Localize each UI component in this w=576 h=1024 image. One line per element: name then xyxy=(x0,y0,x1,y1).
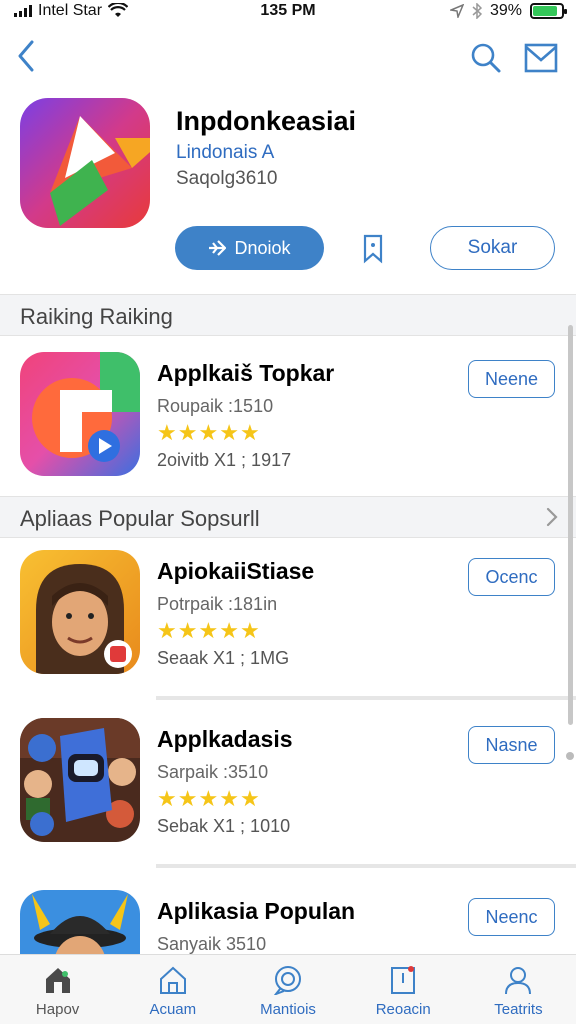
section-title: Apliaas Popular Sopsurll xyxy=(20,506,260,531)
app-name: Applkaiš Topkar xyxy=(157,360,335,386)
tab-teatrits[interactable]: Teatrits xyxy=(461,955,576,1024)
battery-percent: 39% xyxy=(489,2,522,19)
app-count: Seaak X1 ; 1MG xyxy=(157,648,290,668)
star-icon: ★ xyxy=(219,786,239,811)
navigation-bar xyxy=(0,30,576,82)
star-icon: ★ xyxy=(239,786,260,811)
location-icon xyxy=(449,4,464,18)
tab-label: Reoacin xyxy=(375,1001,431,1018)
list-item[interactable]: Applkaiš Topkar Roupaik :1510 ★ ★ ★ ★ ★ 2oiv… xyxy=(0,338,576,498)
star-icon: ★ xyxy=(198,618,219,643)
app-count: 2oivitb X1 ; 1917 xyxy=(157,450,292,470)
chevron-left-icon xyxy=(18,40,34,72)
star-icon: ★ xyxy=(177,618,198,643)
star-icon: ★ xyxy=(177,420,198,445)
star-rating: ★ ★ ★ ★ ★ xyxy=(157,420,260,446)
bookmark-icon xyxy=(363,234,383,264)
star-icon: ★ xyxy=(157,618,177,643)
list-item[interactable]: Applkadasis Sarpaik :3510 ★ ★ ★ ★ ★ Sebak X1… xyxy=(0,704,576,864)
status-right: 39% xyxy=(449,2,567,20)
app-subtitle: Sarpaik :3510 xyxy=(157,762,269,782)
developer-link[interactable]: Lindonais A xyxy=(176,142,274,164)
app-icon xyxy=(20,98,150,228)
star-icon: ★ xyxy=(157,786,177,811)
tab-label: Mantiois xyxy=(260,1001,316,1018)
app-count: Sebak X1 ; 1010 xyxy=(157,816,291,836)
document-icon xyxy=(386,963,420,997)
list-item[interactable]: Aplikasia Populan Sanyaik 3510 Neenc xyxy=(0,876,576,954)
app-icon xyxy=(20,550,140,674)
star-icon: ★ xyxy=(239,420,260,445)
section-title: Raiking Raiking xyxy=(20,304,173,329)
get-button[interactable]: Nasne xyxy=(468,726,555,764)
get-button[interactable]: Neenc xyxy=(468,898,555,936)
star-icon: ★ xyxy=(239,618,260,643)
app-header: Inpdonkeasiai Lindonais A Saqolg3610 Dno… xyxy=(0,96,576,286)
row-divider xyxy=(156,864,576,868)
app-name: Applkadasis xyxy=(157,726,293,752)
app-subtitle: Potrpaik :181in xyxy=(157,594,278,614)
chevron-right-icon xyxy=(546,507,558,527)
star-rating: ★ ★ ★ ★ ★ xyxy=(157,786,260,812)
star-icon: ★ xyxy=(177,786,198,811)
bookmark-button[interactable] xyxy=(356,230,390,266)
app-title: Inpdonkeasiai xyxy=(176,106,357,136)
get-button[interactable]: Ocenc xyxy=(468,558,555,596)
get-button[interactable]: Neene xyxy=(468,360,555,398)
home-outline-icon xyxy=(156,963,190,997)
person-icon xyxy=(501,963,535,997)
mail-button[interactable] xyxy=(520,38,562,78)
app-icon xyxy=(20,718,140,842)
star-rating: ★ ★ ★ ★ ★ xyxy=(157,618,260,644)
star-icon: ★ xyxy=(219,618,239,643)
tab-mantiois[interactable]: Mantiois xyxy=(230,955,345,1024)
battery-level xyxy=(533,6,557,16)
tab-label: Hapov xyxy=(35,1001,80,1018)
tab-acuam[interactable]: Acuam xyxy=(115,955,230,1024)
app-subtitle: Sanyaik 3510 xyxy=(157,934,267,954)
tab-bar: Hapov Acuam Mantiois Reoacin Teatrits xyxy=(0,954,576,1024)
search-icon xyxy=(471,43,501,73)
scroll-indicator xyxy=(566,752,574,760)
battery-icon xyxy=(530,3,567,19)
app-name: ApiokaiiStiase xyxy=(157,558,315,584)
star-icon: ★ xyxy=(219,420,239,445)
star-icon: ★ xyxy=(198,786,219,811)
scrollbar[interactable] xyxy=(568,325,573,725)
tab-label: Acuam xyxy=(149,1001,197,1018)
tab-reoacin[interactable]: Reoacin xyxy=(346,955,461,1024)
share-button[interactable]: Sokar xyxy=(430,226,555,270)
bluetooth-icon xyxy=(472,3,482,19)
chat-icon xyxy=(271,963,305,997)
section-header-ranking: Raiking Raiking xyxy=(0,294,576,336)
mail-icon xyxy=(524,43,558,73)
app-icon xyxy=(20,890,140,954)
house-icon xyxy=(41,963,75,997)
app-meta: Saqolg3610 xyxy=(176,168,278,189)
app-icon xyxy=(20,352,140,476)
row-divider xyxy=(156,696,576,700)
section-header-popular[interactable]: Apliaas Popular Sopsurll xyxy=(0,496,576,538)
app-name: Aplikasia Populan xyxy=(157,898,356,924)
download-label: Dnoiok xyxy=(234,237,291,258)
tab-hapov[interactable]: Hapov xyxy=(0,955,115,1024)
search-button[interactable] xyxy=(466,38,506,78)
app-subtitle: Roupaik :1510 xyxy=(157,396,274,416)
back-button[interactable] xyxy=(8,34,44,78)
star-icon: ★ xyxy=(198,420,219,445)
status-bar: Intel Star 135 PM 39% xyxy=(0,0,576,24)
download-button[interactable]: Dnoiok xyxy=(175,226,324,270)
airplane-icon xyxy=(209,240,227,256)
star-icon: ★ xyxy=(157,420,177,445)
tab-label: Teatrits xyxy=(494,1001,543,1018)
list-item[interactable]: ApiokaiiStiase Potrpaik :181in ★ ★ ★ ★ ★ Sea… xyxy=(0,536,576,696)
